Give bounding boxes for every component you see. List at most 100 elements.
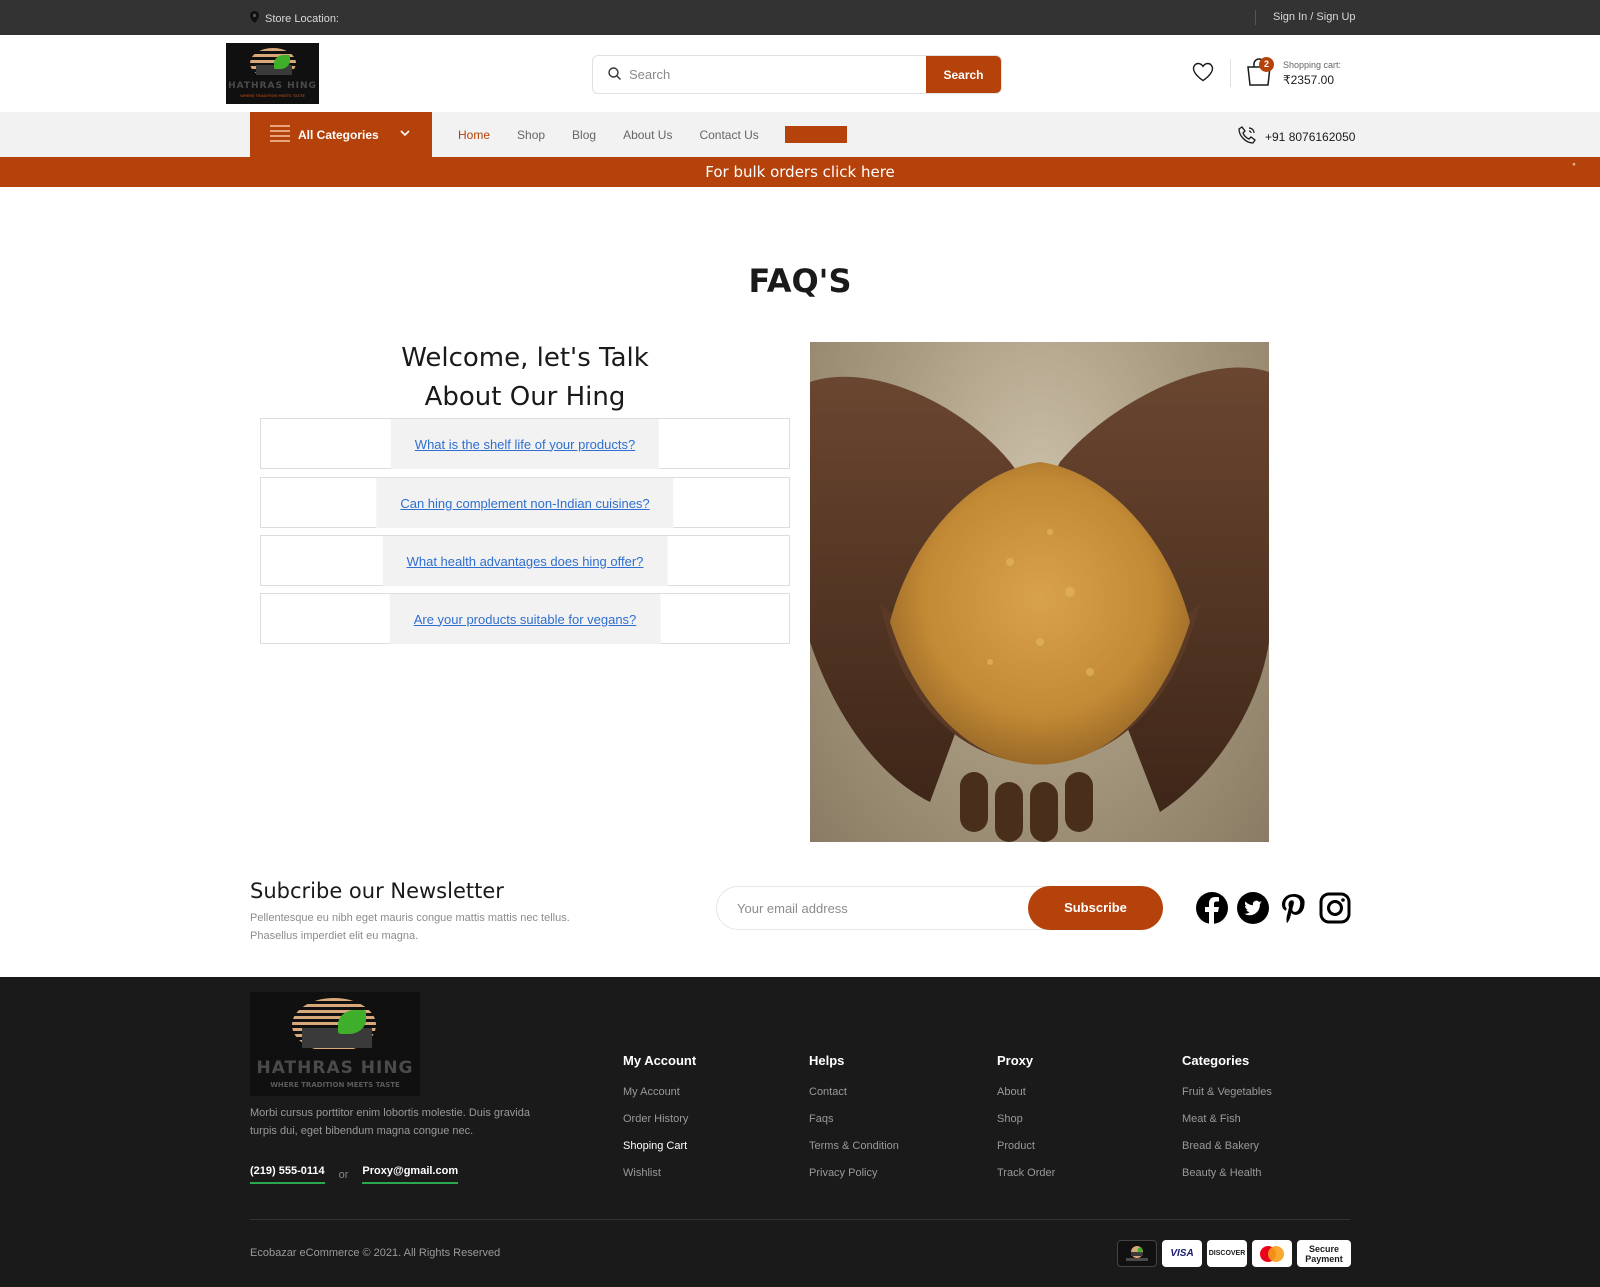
header: HATHRAS HING WHERE TRADITION MEETS TASTE…: [0, 35, 1600, 112]
chevron-down-icon: [400, 126, 410, 140]
divider: [1255, 10, 1256, 25]
faq-question-link[interactable]: Can hing complement non-Indian cuisines?: [376, 478, 674, 528]
footer-column-title: Proxy: [997, 1053, 1034, 1068]
search-icon: [608, 66, 621, 83]
footer-link[interactable]: My Account: [623, 1086, 696, 1099]
social-links: [1195, 891, 1352, 930]
footer-column-helps: Helps Contact Faqs Terms & Condition Pri…: [809, 1053, 899, 1194]
all-categories-label: All Categories: [298, 127, 379, 142]
footer-column-title: Helps: [809, 1053, 845, 1068]
banner-dot: °: [1572, 162, 1576, 171]
newsletter-title: Subcribe our Newsletter: [250, 879, 504, 903]
faq-heading: Welcome, let's Talk About Our Hing: [260, 339, 790, 417]
logo-tagline: WHERE TRADITION MEETS TASTE: [270, 1081, 400, 1089]
footer-column-title: My Account: [623, 1053, 697, 1068]
nav-contact-us[interactable]: Contact Us: [699, 128, 758, 142]
nav-about-us[interactable]: About Us: [623, 128, 672, 142]
footer-link[interactable]: About: [997, 1086, 1055, 1099]
faq-question-link[interactable]: What health advantages does hing offer?: [382, 536, 668, 586]
footer-logo[interactable]: HATHRAS HING WHERE TRADITION MEETS TASTE: [250, 992, 420, 1096]
email-field[interactable]: Your email address: [737, 901, 848, 916]
twitter-icon[interactable]: [1236, 891, 1270, 930]
payment-methods: VISA DISCOVER Secure Payment: [1117, 1240, 1351, 1267]
logo-tagline: WHERE TRADITION MEETS TASTE: [240, 94, 305, 98]
main-nav: All Categories Home Shop Blog About Us C…: [0, 112, 1600, 157]
faq-question-link[interactable]: Are your products suitable for vegans?: [389, 594, 661, 644]
sign-in-link[interactable]: Sign In / Sign Up: [1273, 11, 1356, 23]
footer-email-link[interactable]: Proxy@gmail.com: [362, 1165, 459, 1184]
store-location[interactable]: Store Location:: [250, 11, 339, 26]
divider: [1230, 59, 1231, 87]
footer-link[interactable]: Order History: [623, 1113, 696, 1126]
faq-heading-line2: About Our Hing: [424, 382, 626, 412]
copyright: Ecobazar eCommerce © 2021. All Rights Re…: [250, 1247, 501, 1259]
footer-link[interactable]: Fruit & Vegetables: [1182, 1086, 1272, 1099]
footer: HATHRAS HING WHERE TRADITION MEETS TASTE…: [0, 977, 1600, 1287]
visa-icon: VISA: [1162, 1240, 1202, 1267]
search-input[interactable]: Search: [593, 56, 926, 93]
visa-label: VISA: [1170, 1248, 1194, 1259]
footer-description: Morbi cursus porttitor enim lobortis mol…: [250, 1107, 530, 1137]
footer-link[interactable]: Track Order: [997, 1167, 1055, 1180]
top-bar: Store Location: Sign In / Sign Up: [0, 0, 1600, 35]
store-location-label: Store Location:: [265, 12, 339, 25]
all-categories-button[interactable]: All Categories: [250, 112, 432, 157]
footer-link[interactable]: Shop: [997, 1113, 1055, 1126]
nav-shop[interactable]: Shop: [517, 128, 545, 142]
site-logo[interactable]: HATHRAS HING WHERE TRADITION MEETS TASTE: [226, 43, 319, 104]
footer-link[interactable]: Faqs: [809, 1113, 899, 1126]
cart-summary[interactable]: Shopping cart: ₹2357.00: [1283, 60, 1341, 87]
discover-label: DISCOVER: [1208, 1250, 1246, 1257]
map-pin-icon: [250, 11, 259, 26]
footer-link[interactable]: Beauty & Health: [1182, 1167, 1272, 1180]
footer-link[interactable]: Contact: [809, 1086, 899, 1099]
footer-link[interactable]: Product: [997, 1140, 1055, 1153]
faq-heading-line1: Welcome, let's Talk: [401, 343, 649, 373]
faq-item: Can hing complement non-Indian cuisines?: [260, 477, 790, 528]
faq-item: Are your products suitable for vegans?: [260, 593, 790, 644]
search-placeholder: Search: [629, 67, 671, 82]
nav-links: Home Shop Blog About Us Contact Us: [458, 112, 847, 157]
footer-column-my-account: My Account My Account Order History Shop…: [623, 1053, 696, 1194]
nav-highlight-block[interactable]: [784, 126, 847, 143]
nav-blog[interactable]: Blog: [572, 128, 596, 142]
phone-number: +91 8076162050: [1265, 129, 1356, 144]
footer-link[interactable]: Terms & Condition: [809, 1140, 899, 1153]
footer-link[interactable]: Wishlist: [623, 1167, 696, 1180]
store-logo-badge: [1117, 1240, 1157, 1267]
faq-question-link[interactable]: What is the shelf life of your products?: [390, 419, 660, 469]
search-button[interactable]: Search: [926, 56, 1001, 93]
faq-item: What is the shelf life of your products?: [260, 418, 790, 469]
secure-payment-badge: Secure Payment: [1297, 1240, 1351, 1267]
menu-icon: [270, 124, 290, 145]
faq-item: What health advantages does hing offer?: [260, 535, 790, 586]
footer-divider: [250, 1219, 1350, 1220]
footer-column-categories: Categories Fruit & Vegetables Meat & Fis…: [1182, 1053, 1272, 1194]
footer-link[interactable]: Privacy Policy: [809, 1167, 899, 1180]
pinterest-icon[interactable]: [1277, 891, 1311, 930]
cart-label: Shopping cart:: [1283, 60, 1342, 70]
newsletter-form: Your email address Subscribe: [716, 886, 1163, 930]
cart-icon[interactable]: 2: [1245, 57, 1274, 92]
footer-link[interactable]: Bread & Bakery: [1182, 1140, 1272, 1153]
cart-total: ₹2357.00: [1283, 73, 1335, 87]
footer-contact: (219) 555-0114 or Proxy@gmail.com: [250, 1165, 459, 1184]
instagram-icon[interactable]: [1318, 891, 1352, 930]
nav-home[interactable]: Home: [458, 128, 490, 142]
hing-hands-image: [810, 342, 1269, 842]
footer-link[interactable]: Shoping Cart: [623, 1140, 696, 1153]
logo-brand: HATHRAS HING: [256, 1058, 414, 1078]
facebook-icon[interactable]: [1195, 891, 1229, 930]
page-title: FAQ'S: [748, 262, 852, 300]
footer-phone-link[interactable]: (219) 555-0114: [250, 1165, 325, 1184]
footer-column-title: Categories: [1182, 1053, 1250, 1068]
phone-contact[interactable]: +91 8076162050: [1237, 125, 1355, 148]
footer-link[interactable]: Meat & Fish: [1182, 1113, 1272, 1126]
bulk-order-banner[interactable]: For bulk orders click here °: [0, 157, 1600, 187]
subscribe-button[interactable]: Subscribe: [1028, 886, 1163, 930]
secure-label: Secure: [1308, 1243, 1340, 1254]
newsletter-description: Pellentesque eu nibh eget mauris congue …: [250, 912, 570, 942]
discover-icon: DISCOVER: [1207, 1240, 1247, 1267]
wishlist-icon[interactable]: [1192, 62, 1214, 87]
mastercard-icon: [1252, 1240, 1292, 1267]
